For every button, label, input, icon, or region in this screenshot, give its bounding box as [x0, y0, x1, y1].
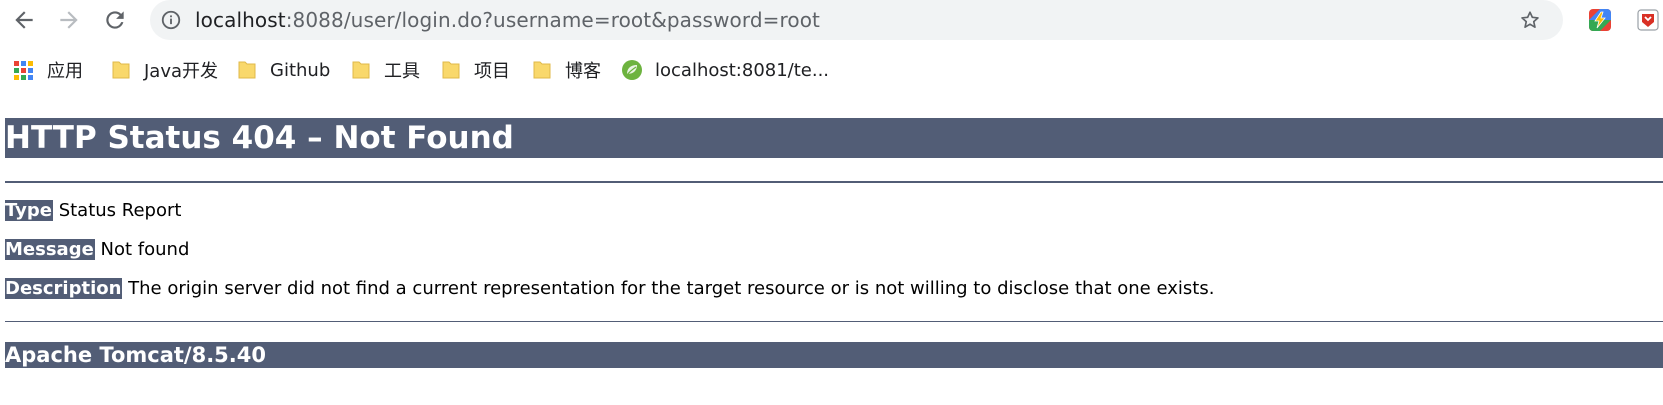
server-footer: Apache Tomcat/8.5.40: [5, 342, 1663, 368]
bookmark-label: Java开发: [144, 61, 219, 82]
bookmark-apps[interactable]: 应用: [14, 55, 83, 85]
spring-leaf-icon: [622, 60, 642, 80]
bookmark-github[interactable]: Github: [236, 55, 330, 85]
address-bar[interactable]: localhost:8088/user/login.do?username=ro…: [150, 0, 1563, 40]
description-label: Description: [5, 278, 123, 299]
type-label: Type: [5, 200, 53, 221]
folder-icon: [112, 61, 130, 79]
bookmark-label: 项目: [474, 61, 510, 82]
description-row: Description The origin server did not fi…: [5, 277, 1214, 301]
error-page: HTTP Status 404 – Not Found: [5, 118, 1663, 158]
url-path: :8088/user/login.do?username=root&passwo…: [285, 8, 820, 32]
description-value: The origin server did not find a current…: [122, 278, 1215, 299]
type-value: Status Report: [52, 200, 182, 221]
bookmark-label: 博客: [565, 61, 601, 82]
forward-button[interactable]: [54, 5, 84, 35]
browser-toolbar: localhost:8088/user/login.do?username=ro…: [0, 0, 1663, 40]
back-arrow-icon: [15, 11, 33, 29]
page-title: HTTP Status 404 – Not Found: [5, 118, 1663, 158]
bookmark-projects[interactable]: 项目: [440, 55, 510, 85]
message-row: Message Not found: [5, 238, 189, 262]
bookmarks-bar: 应用 Java开发 Github 工具 项目 博客 localhost:8081…: [0, 48, 1663, 92]
info-icon[interactable]: [160, 9, 182, 31]
divider: [5, 321, 1663, 322]
reload-icon: [106, 11, 124, 29]
folder-icon: [533, 61, 551, 79]
bookmark-label: Github: [270, 59, 331, 81]
extension-lightning-icon[interactable]: [1588, 8, 1612, 32]
bookmark-blog[interactable]: 博客: [531, 55, 601, 85]
folder-icon: [238, 61, 256, 79]
url-host: localhost: [195, 8, 286, 32]
bookmark-label: localhost:8081/te...: [655, 59, 830, 81]
message-label: Message: [5, 239, 95, 260]
reload-button[interactable]: [100, 5, 130, 35]
bookmark-tools[interactable]: 工具: [350, 55, 420, 85]
bookmark-label: 工具: [384, 61, 420, 82]
folder-icon: [352, 61, 370, 79]
divider: [5, 181, 1663, 183]
forward-arrow-icon: [60, 11, 78, 29]
message-value: Not found: [94, 239, 190, 260]
extension-shield-icon[interactable]: [1636, 8, 1660, 32]
back-button[interactable]: [9, 5, 39, 35]
url-text[interactable]: localhost:8088/user/login.do?username=ro…: [195, 8, 820, 32]
bookmark-java[interactable]: Java开发: [110, 55, 218, 85]
type-row: Type Status Report: [5, 199, 181, 223]
bookmark-star-icon[interactable]: [1519, 9, 1541, 31]
bookmark-localhost[interactable]: localhost:8081/te...: [621, 55, 829, 85]
bookmark-label: 应用: [47, 61, 83, 82]
folder-icon: [442, 61, 460, 79]
apps-grid-icon: [14, 60, 33, 80]
